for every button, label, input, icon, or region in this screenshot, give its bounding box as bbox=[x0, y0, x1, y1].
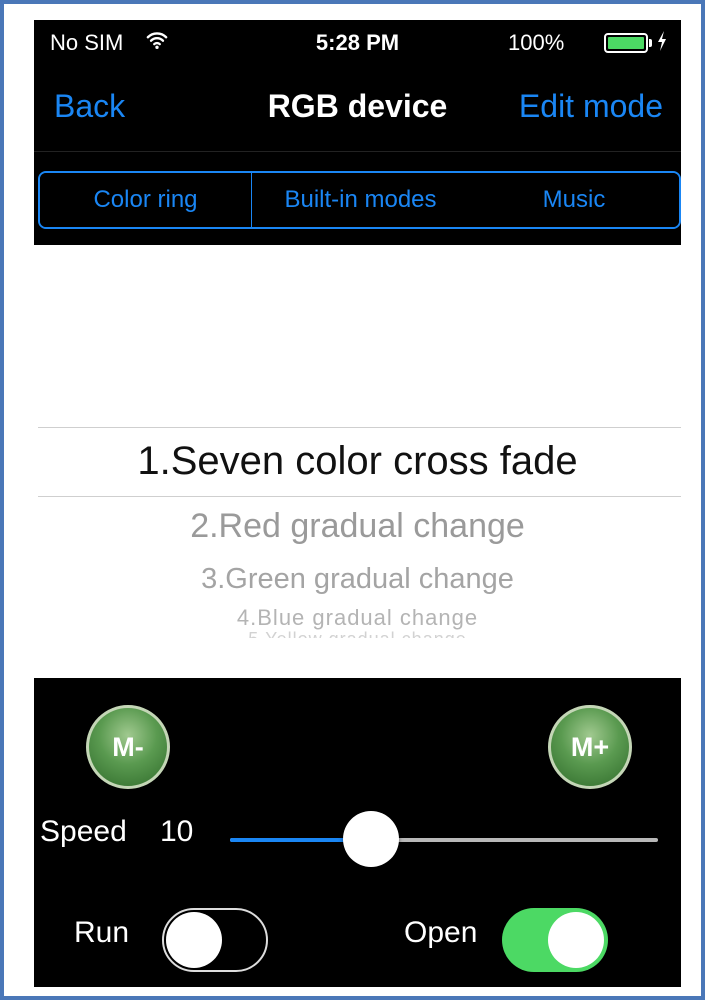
navigation-bar: RGB device Back Edit mode bbox=[34, 80, 681, 136]
battery-level bbox=[608, 37, 644, 49]
run-switch-knob bbox=[166, 912, 222, 968]
run-label: Run bbox=[74, 916, 130, 949]
phone-screen: No SIM 5:28 PM 100% RGB device Back Edit… bbox=[34, 20, 681, 987]
status-time: 5:28 PM bbox=[315, 30, 400, 55]
mode-picker[interactable]: 1.Seven color cross fade 2.Red gradual c… bbox=[34, 245, 681, 675]
mode-tabs: Color ring Built-in modes Music bbox=[38, 171, 681, 229]
tab-music[interactable]: Music bbox=[469, 173, 679, 227]
battery-tip bbox=[649, 39, 652, 47]
battery-percent: 100% bbox=[508, 30, 565, 55]
control-panel: M- M+ Speed 10 Run Open bbox=[34, 678, 681, 987]
speed-label: Speed bbox=[40, 815, 127, 848]
edit-mode-button[interactable]: Edit mode bbox=[519, 88, 663, 125]
mode-option[interactable]: 4.Blue gradual change bbox=[34, 605, 681, 631]
mode-option-selected[interactable]: 1.Seven color cross fade bbox=[34, 439, 681, 484]
open-label: Open bbox=[404, 916, 478, 949]
bolt-icon bbox=[658, 31, 666, 51]
speed-value: 10 bbox=[160, 815, 194, 848]
screenshot-frame: No SIM 5:28 PM 100% RGB device Back Edit… bbox=[0, 0, 705, 1000]
speed-slider-thumb[interactable] bbox=[343, 811, 400, 867]
open-switch[interactable] bbox=[502, 908, 608, 972]
mode-option[interactable]: 2.Red gradual change bbox=[34, 507, 681, 546]
open-switch-knob bbox=[548, 912, 604, 968]
mode-next-button[interactable]: M+ bbox=[548, 705, 632, 789]
tab-color-ring[interactable]: Color ring bbox=[40, 173, 252, 227]
top-bar: No SIM 5:28 PM 100% RGB device Back Edit… bbox=[34, 20, 681, 245]
nav-divider bbox=[34, 151, 681, 152]
back-button[interactable]: Back bbox=[54, 88, 125, 125]
status-bar: No SIM 5:28 PM 100% bbox=[34, 20, 681, 64]
mode-previous-button[interactable]: M- bbox=[86, 705, 170, 789]
battery-icon bbox=[604, 33, 648, 53]
run-switch[interactable] bbox=[162, 908, 268, 972]
mode-option[interactable]: 5.Yellow gradual change bbox=[34, 629, 681, 638]
tab-built-in-modes[interactable]: Built-in modes bbox=[252, 173, 469, 227]
mode-option[interactable]: 3.Green gradual change bbox=[34, 563, 681, 596]
picker-highlight-top bbox=[38, 427, 681, 428]
picker-highlight-bottom bbox=[38, 496, 681, 497]
